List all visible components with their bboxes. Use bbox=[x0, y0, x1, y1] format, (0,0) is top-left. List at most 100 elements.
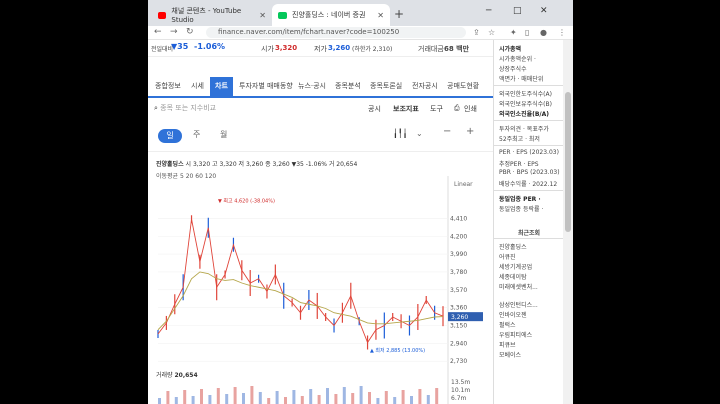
nav-news[interactable]: 뉴스·공시 bbox=[298, 77, 326, 96]
tab-naver-finance[interactable]: 진양홀딩스 : 네이버 증권 ✕ bbox=[272, 4, 390, 26]
chevron-down-icon[interactable]: ⌄ bbox=[416, 129, 423, 138]
sidebar-info-item: 상장주식수 bbox=[499, 66, 527, 73]
new-tab-button[interactable]: + bbox=[394, 7, 404, 21]
volume-bar bbox=[200, 389, 203, 404]
close-window-icon[interactable]: ✕ bbox=[540, 6, 548, 16]
nav-discussion[interactable]: 종목토론실 bbox=[370, 77, 402, 96]
sidebar-divider bbox=[494, 238, 564, 239]
volume-bar bbox=[368, 392, 371, 404]
scrollbar-thumb[interactable] bbox=[565, 92, 571, 232]
tool-drawing[interactable]: 도구 bbox=[430, 104, 443, 114]
period-day[interactable]: 일 bbox=[158, 129, 182, 143]
recent-stock-link[interactable]: 삼성인턴디스... bbox=[499, 300, 538, 309]
back-icon[interactable]: ← bbox=[154, 26, 162, 39]
sidebar-info-item: 시가총액 bbox=[499, 46, 522, 53]
bookmark-icon[interactable]: ☆ bbox=[488, 26, 495, 39]
volume-bar bbox=[191, 396, 195, 404]
volume-bar bbox=[410, 396, 413, 404]
sidebar-info-item: 시가총액순위 · bbox=[499, 56, 536, 63]
sidepanel-icon[interactable]: ▯ bbox=[525, 26, 529, 39]
tool-disclosure[interactable]: 공시 bbox=[368, 104, 381, 114]
right-black-border bbox=[573, 0, 720, 404]
volume-bar bbox=[275, 391, 279, 404]
recent-stock-link[interactable]: 세방기계공업 bbox=[499, 262, 532, 271]
sidebar-info-item: 배당수익률 · 2022.12 bbox=[499, 181, 558, 188]
change-percent: -1.06% bbox=[194, 42, 226, 51]
maximize-icon[interactable]: □ bbox=[513, 6, 522, 16]
recent-stock-link[interactable]: 미래에셋벤처... bbox=[499, 282, 538, 291]
zoom-out-icon[interactable]: − bbox=[443, 126, 451, 137]
nav-chart[interactable]: 차트 bbox=[210, 77, 233, 96]
recent-stock-link[interactable]: 피큐브 bbox=[499, 340, 516, 349]
recent-stock-link[interactable]: 펄럭스 bbox=[499, 320, 516, 329]
volume-bar bbox=[166, 391, 170, 404]
volume-value: 20,654 bbox=[174, 372, 198, 379]
sidebar-info-item: 투자의견 · 목표주가 bbox=[499, 126, 549, 133]
extensions-icon[interactable]: ✦ bbox=[510, 26, 517, 39]
print-icon[interactable]: ⎙ bbox=[454, 104, 460, 113]
scrollbar[interactable] bbox=[563, 40, 573, 404]
url-field[interactable]: finance.naver.com/item/fchart.naver?code… bbox=[206, 27, 466, 38]
sidebar-divider bbox=[494, 85, 564, 86]
recent-stock-link[interactable]: 세종데이탐 bbox=[499, 272, 527, 281]
recent-stock-link[interactable]: 모베이스 bbox=[499, 350, 521, 359]
prev-diff-label: 전일대비 bbox=[151, 46, 174, 53]
forward-icon[interactable]: → bbox=[170, 26, 178, 39]
volume-bar bbox=[401, 390, 405, 404]
y-tick-label: 3,150 bbox=[450, 323, 467, 330]
recent-stock-link[interactable]: 어큐진 bbox=[499, 252, 516, 261]
tab-strip: 채널 콘텐츠 - YouTube Studio ✕ 진양홀딩스 : 네이버 증권… bbox=[148, 0, 573, 26]
tab-label: 채널 콘텐츠 - YouTube Studio bbox=[171, 7, 242, 24]
minimize-icon[interactable]: ─ bbox=[486, 6, 491, 16]
volume-bar bbox=[426, 395, 430, 404]
min-price-label: ▲ 최저 2,885 (13.00%) bbox=[370, 347, 425, 354]
reload-icon[interactable]: ↻ bbox=[186, 26, 194, 39]
nav-short-selling[interactable]: 공매도현황 bbox=[447, 77, 479, 96]
tool-indicators[interactable]: 보조지표 bbox=[393, 104, 419, 114]
volume-bar bbox=[418, 389, 422, 404]
youtube-icon bbox=[158, 11, 167, 19]
nav-overview[interactable]: 종합정보 bbox=[155, 77, 181, 96]
naver-icon bbox=[278, 11, 287, 19]
volume-bar bbox=[309, 389, 313, 404]
tool-print[interactable]: 인쇄 bbox=[464, 104, 477, 114]
candle-type-icon[interactable]: ╽╿╽ bbox=[393, 129, 407, 138]
volume-bar bbox=[334, 394, 338, 404]
sidebar-info-item: 동일업종 등락률 · bbox=[499, 206, 544, 213]
period-week[interactable]: 주 bbox=[193, 129, 200, 140]
close-icon[interactable]: ✕ bbox=[259, 11, 266, 20]
stock-info-sidebar: 시가총액 시가총액순위 · 상장주식수 액면가 · 매매단위 외국인한도주식수(A) 외국… bbox=[493, 40, 564, 404]
profile-icon[interactable]: ● bbox=[540, 26, 547, 39]
volume-info: 거래량 20,654 bbox=[156, 370, 198, 379]
close-icon[interactable]: ✕ bbox=[377, 11, 384, 20]
volume-tick-label: 13.5m bbox=[451, 379, 470, 386]
volume-bar bbox=[384, 391, 388, 404]
volume-bar bbox=[158, 398, 161, 404]
volume-bar bbox=[216, 388, 220, 404]
stock-nav: 종합정보 시세 차트 투자자별 매매동향 뉴스·공시 종목분석 종목토론실 전자… bbox=[148, 77, 493, 98]
recent-stock-link[interactable]: 우림피티에스 bbox=[499, 330, 532, 339]
tab-label: 진양홀딩스 : 네이버 증권 bbox=[292, 11, 366, 19]
zoom-in-icon[interactable]: + bbox=[466, 126, 474, 137]
tab-youtube-studio[interactable]: 채널 콘텐츠 - YouTube Studio ✕ bbox=[152, 4, 272, 26]
stock-name: 진양홀딩스 bbox=[156, 161, 184, 168]
menu-icon[interactable]: ⋮ bbox=[558, 26, 566, 39]
nav-disclosure[interactable]: 전자공시 bbox=[412, 77, 438, 96]
open-value: 3,320 bbox=[275, 44, 298, 52]
current-price-label: 3,260 bbox=[451, 314, 468, 321]
volume-bar bbox=[376, 398, 380, 404]
sidebar-divider bbox=[494, 190, 564, 191]
volume-amount-label: 거래대금 bbox=[418, 45, 444, 53]
address-bar-row: ← → ↻ finance.naver.com/item/fchart.nave… bbox=[148, 26, 573, 40]
recent-stock-link[interactable]: 진양홀딩스 bbox=[499, 242, 527, 251]
share-icon[interactable]: ⇪ bbox=[473, 26, 480, 39]
volume-tick-label: 6.7m bbox=[451, 395, 467, 402]
price-chart[interactable]: Linear 4,410 4,200 3,990 3,780 3,570 3,360 3,15… bbox=[148, 176, 493, 404]
volume-bar bbox=[242, 393, 245, 404]
nav-investor[interactable]: 투자자별 매매동향 bbox=[239, 77, 293, 96]
nav-analysis[interactable]: 종목분석 bbox=[335, 77, 361, 96]
period-month[interactable]: 월 bbox=[220, 129, 227, 140]
recent-stock-link[interactable]: 인바이오젠 bbox=[499, 310, 527, 319]
nav-price[interactable]: 시세 bbox=[191, 77, 204, 96]
sidebar-info-item: 52주최고 · 최저 bbox=[499, 136, 540, 143]
